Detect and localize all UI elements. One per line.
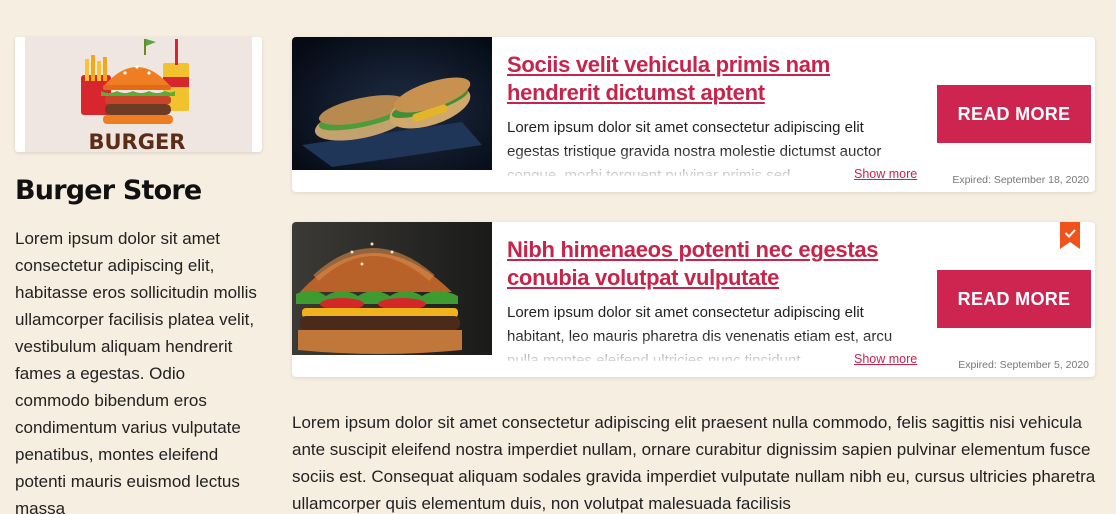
burger-logo-image: BURGER <box>81 39 189 152</box>
expiry-date: Expired: September 5, 2020 <box>958 359 1089 371</box>
logo-text: BURGER <box>89 130 186 152</box>
store-title: Burger Store <box>15 175 202 206</box>
store-logo: BURGER <box>25 37 252 152</box>
deal-title[interactable]: Sociis velit vehicula primis nam hendrer… <box>507 51 917 107</box>
deal-image <box>292 37 492 170</box>
deal-card: Nibh himenaeos potenti nec egestas conub… <box>292 222 1095 377</box>
store-description: Lorem ipsum dolor sit amet consectetur a… <box>15 229 257 514</box>
content-paragraph: Lorem ipsum dolor sit amet consectetur a… <box>292 413 1096 513</box>
deals-list: Sociis velit vehicula primis nam hendrer… <box>292 37 1095 407</box>
sandwich-photo <box>292 37 492 170</box>
deal-title[interactable]: Nibh himenaeos potenti nec egestas conub… <box>507 236 917 292</box>
check-badge-icon <box>1060 222 1080 249</box>
read-more-button[interactable]: READ MORE <box>937 270 1091 328</box>
store-sidebar: BURGER Burger Store Lorem ipsum dolor si… <box>15 37 262 514</box>
show-more-link[interactable]: Show more <box>852 167 918 181</box>
read-more-button[interactable]: READ MORE <box>937 85 1091 143</box>
deal-card: Sociis velit vehicula primis nam hendrer… <box>292 37 1095 192</box>
store-logo-card: BURGER <box>15 37 262 152</box>
expiry-date: Expired: September 18, 2020 <box>952 174 1089 186</box>
show-more-link[interactable]: Show more <box>852 352 918 366</box>
deal-image <box>292 222 492 355</box>
burger-photo <box>292 222 492 355</box>
